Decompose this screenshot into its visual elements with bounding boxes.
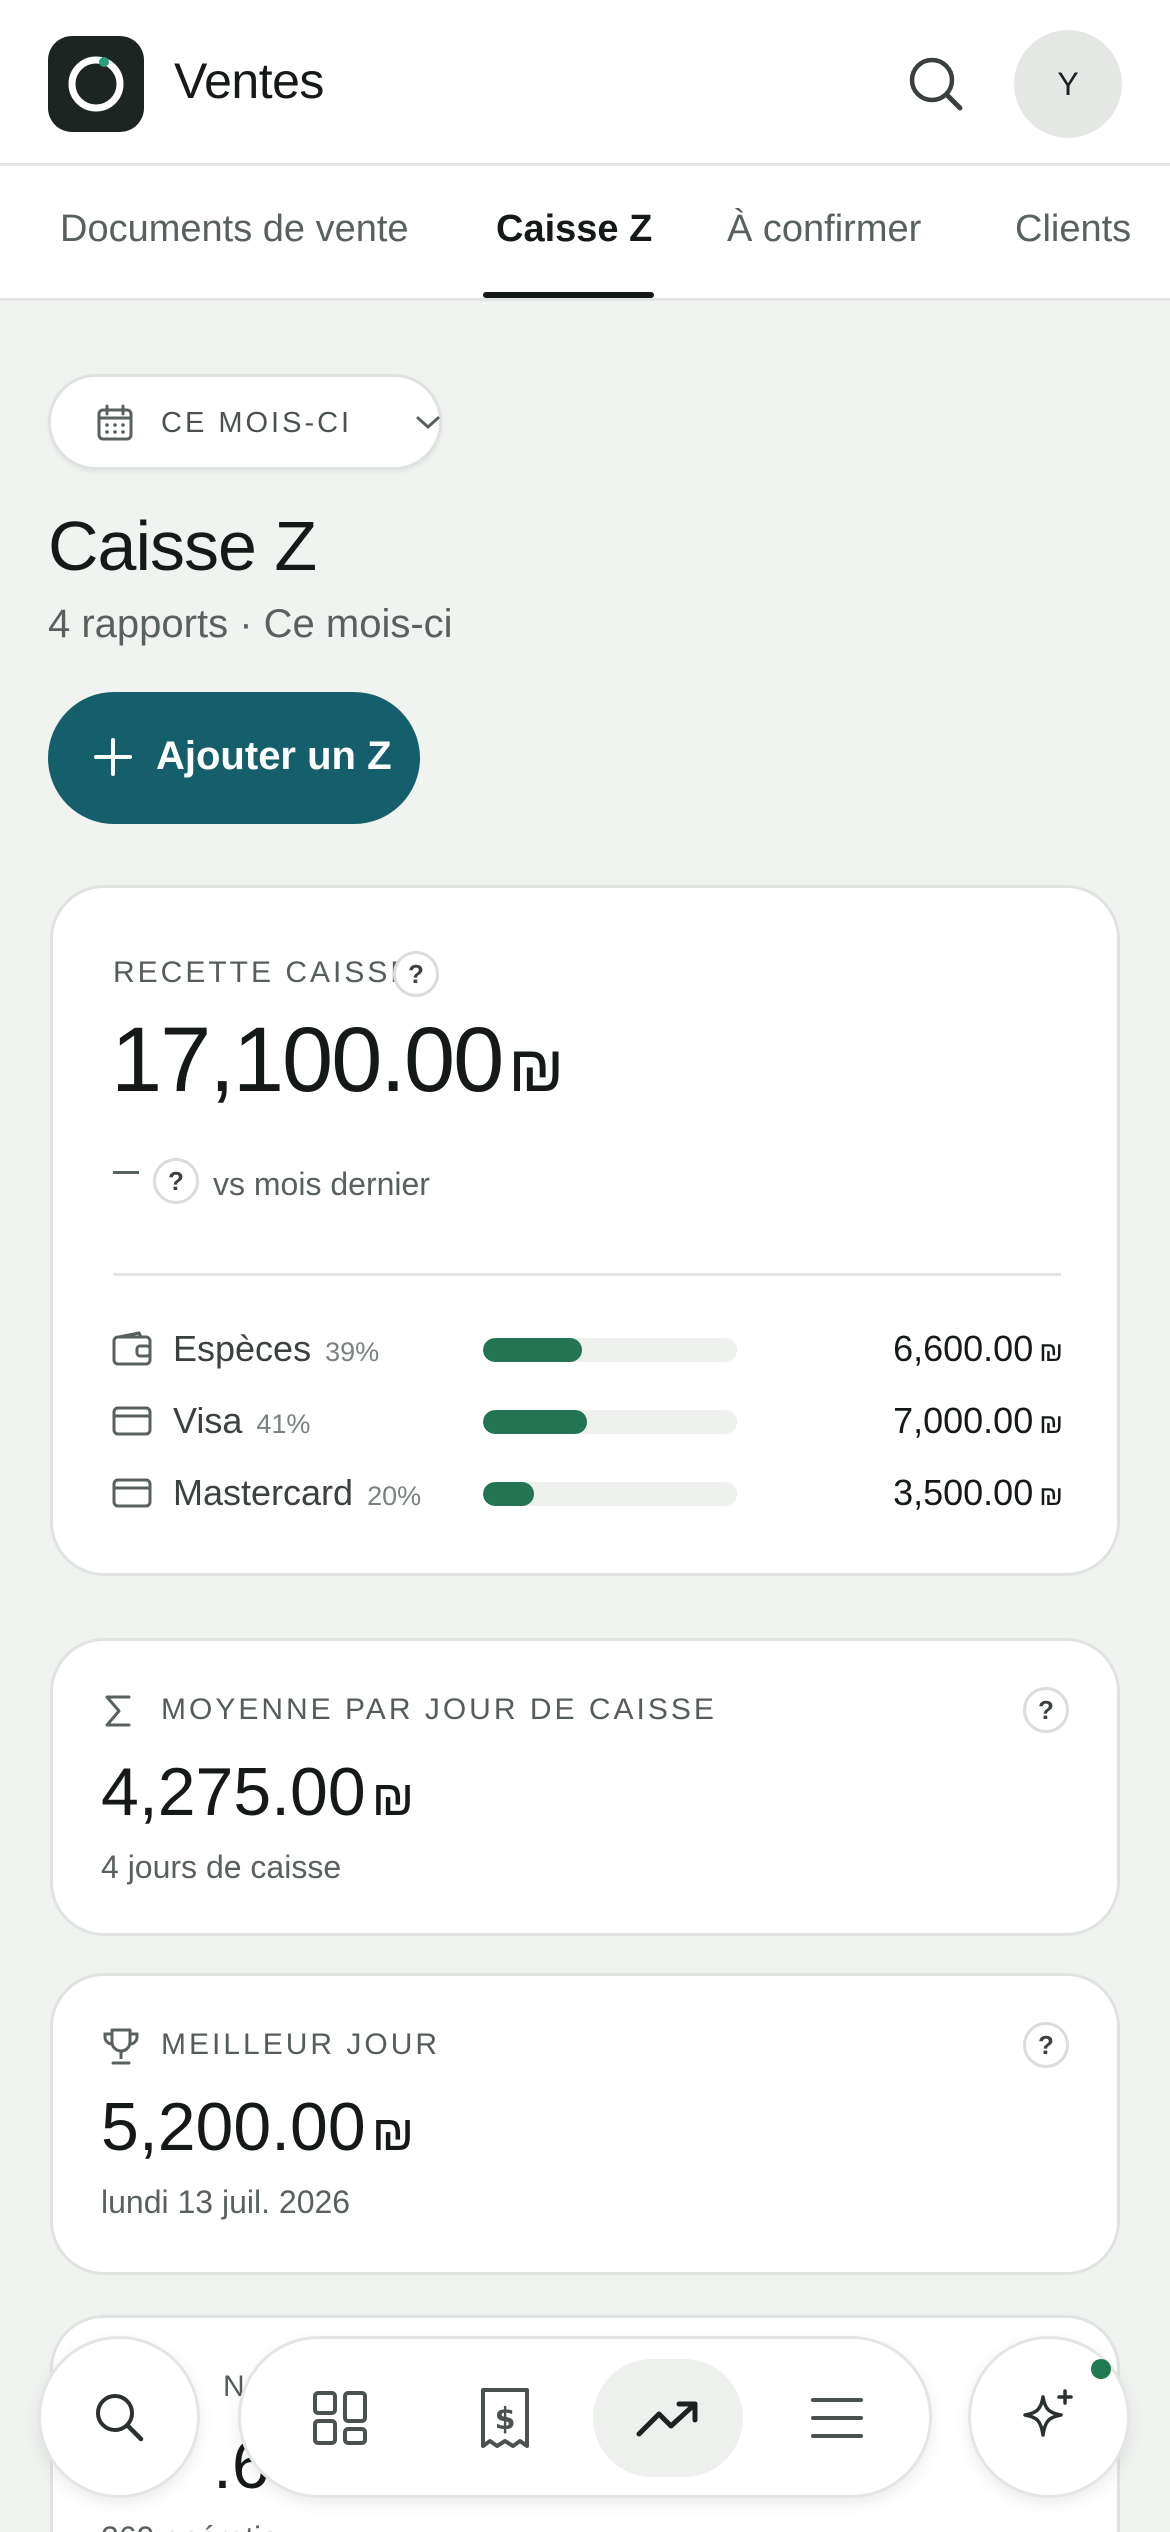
payment-share-bar xyxy=(483,1338,737,1362)
trend-icon xyxy=(636,2401,698,2437)
payment-amount: 6,600.00 ₪ xyxy=(893,1328,1063,1370)
app-title: Ventes xyxy=(174,53,324,109)
revenue-currency: ₪ xyxy=(508,1031,564,1105)
tab-clients[interactable]: Clients xyxy=(1015,208,1131,251)
nav-menu[interactable] xyxy=(778,2359,896,2477)
grid-icon xyxy=(313,2391,367,2445)
payment-amount-value: 6,600.00 xyxy=(893,1328,1034,1369)
payment-share-fill xyxy=(483,1482,534,1506)
best-day-amount-value: 5,200.00 xyxy=(101,2089,366,2165)
payment-amount-value: 7,000.00 xyxy=(893,1400,1034,1441)
comparison-label: vs mois dernier xyxy=(213,1166,430,1202)
bottom-nav-bar: $ xyxy=(238,2336,932,2498)
menu-icon xyxy=(811,2398,863,2438)
header-search-button[interactable] xyxy=(900,48,972,120)
best-day-card: MEILLEUR JOUR ? 5,200.00 ₪ lundi 13 juil.… xyxy=(50,1973,1120,2275)
average-per-day-card: MOYENNE PAR JOUR DE CAISSE ? 4,275.00 ₪ 4… xyxy=(50,1638,1120,1936)
payment-percent: 41% xyxy=(256,1409,311,1439)
tab-caisse-z[interactable]: Caisse Z xyxy=(496,208,652,251)
search-icon xyxy=(96,2394,144,2442)
average-help-button[interactable]: ? xyxy=(1023,1687,1069,1733)
page-title: Caisse Z xyxy=(48,507,317,585)
revenue-help-button[interactable]: ? xyxy=(393,951,439,997)
tab-a-confirmer[interactable]: À confirmer xyxy=(727,208,921,251)
payment-row-mastercard: Mastercard 20% 3,500.00 ₪ xyxy=(53,1462,1123,1522)
credit-card-icon xyxy=(112,1478,152,1508)
average-amount: 4,275.00 ₪ xyxy=(101,1753,414,1831)
revenue-divider xyxy=(113,1273,1061,1276)
payment-name: Mastercard 20% xyxy=(173,1472,421,1514)
revenue-card: RECETTE CAISSE ? 17,100.00₪ ? vs mois de… xyxy=(50,885,1120,1576)
payment-name-text: Espèces xyxy=(173,1328,312,1369)
payment-amount: 7,000.00 ₪ xyxy=(893,1400,1063,1442)
ai-assistant-button[interactable] xyxy=(968,2336,1130,2498)
payment-currency: ₪ xyxy=(1039,1480,1063,1511)
period-filter-dropdown[interactable]: CE MOIS-CI xyxy=(48,374,442,470)
bottom-search-button[interactable] xyxy=(38,2336,200,2498)
nav-dashboard[interactable] xyxy=(281,2359,399,2477)
payment-row-especes: Espèces 39% 6,600.00 ₪ xyxy=(53,1318,1123,1378)
revenue-delta-dash xyxy=(113,1171,139,1174)
average-note: 4 jours de caisse xyxy=(101,1849,342,1885)
average-eyebrow: MOYENNE PAR JOUR DE CAISSE xyxy=(161,1693,717,1726)
notification-dot xyxy=(1091,2359,1111,2379)
period-filter-label: CE MOIS-CI xyxy=(161,407,353,439)
tab-documents-de-vente[interactable]: Documents de vente xyxy=(60,208,409,251)
trophy-icon xyxy=(103,2028,139,2065)
calendar-icon xyxy=(97,404,133,441)
nav-receipts[interactable]: $ xyxy=(446,2359,564,2477)
payment-name-text: Visa xyxy=(173,1400,243,1441)
payment-share-bar xyxy=(483,1482,737,1506)
comparison-help-button[interactable]: ? xyxy=(153,1158,199,1204)
plus-icon xyxy=(94,738,132,776)
sigma-icon xyxy=(105,1695,131,1727)
payment-share-fill xyxy=(483,1338,583,1362)
credit-card-icon xyxy=(112,1406,152,1436)
app-logo[interactable] xyxy=(48,36,144,132)
payment-name: Espèces 39% xyxy=(173,1328,379,1370)
receipt-icon: $ xyxy=(481,2388,529,2448)
revenue-amount-value: 17,100.00 xyxy=(111,1009,504,1111)
user-avatar[interactable]: Y xyxy=(1014,30,1122,138)
average-currency: ₪ xyxy=(371,1770,415,1826)
payment-amount: 3,500.00 ₪ xyxy=(893,1472,1063,1514)
payment-amount-value: 3,500.00 xyxy=(893,1472,1034,1513)
payment-share-fill xyxy=(483,1410,588,1434)
active-tab-indicator xyxy=(483,292,654,298)
best-day-amount: 5,200.00 ₪ xyxy=(101,2088,414,2166)
payment-currency: ₪ xyxy=(1039,1408,1063,1439)
revenue-eyebrow: RECETTE CAISSE xyxy=(113,956,414,989)
partial-note: 269 opératio xyxy=(101,2520,279,2532)
nav-sales-trend[interactable] xyxy=(593,2359,743,2477)
revenue-amount: 17,100.00₪ xyxy=(111,1008,564,1113)
chevron-down-icon xyxy=(416,416,440,429)
best-day-help-button[interactable]: ? xyxy=(1023,2022,1069,2068)
payment-currency: ₪ xyxy=(1039,1336,1063,1367)
payment-share-bar xyxy=(483,1410,737,1434)
app-header: Ventes Y xyxy=(0,0,1170,166)
tab-bar: Documents de vente Caisse Z À confirmer … xyxy=(0,166,1170,301)
best-day-eyebrow: MEILLEUR JOUR xyxy=(161,2028,441,2061)
page-subtitle: 4 rapports · Ce mois-ci xyxy=(48,602,453,646)
add-z-report-label: Ajouter un Z xyxy=(156,734,392,778)
payment-percent: 39% xyxy=(325,1337,380,1367)
best-day-currency: ₪ xyxy=(371,2105,415,2161)
logo-ring-icon xyxy=(68,56,124,112)
payment-name-text: Mastercard xyxy=(173,1472,354,1513)
search-icon xyxy=(909,57,963,111)
payment-row-visa: Visa 41% 7,000.00 ₪ xyxy=(53,1390,1123,1450)
payment-percent: 20% xyxy=(367,1481,422,1511)
svg-text:$: $ xyxy=(495,2402,516,2437)
payment-name: Visa 41% xyxy=(173,1400,310,1442)
best-day-date: lundi 13 juil. 2026 xyxy=(101,2184,351,2220)
average-amount-value: 4,275.00 xyxy=(101,1754,366,1830)
add-z-report-button[interactable]: Ajouter un Z xyxy=(48,692,420,824)
wallet-icon xyxy=(112,1331,152,1366)
sparkle-icon xyxy=(1023,2389,1073,2437)
